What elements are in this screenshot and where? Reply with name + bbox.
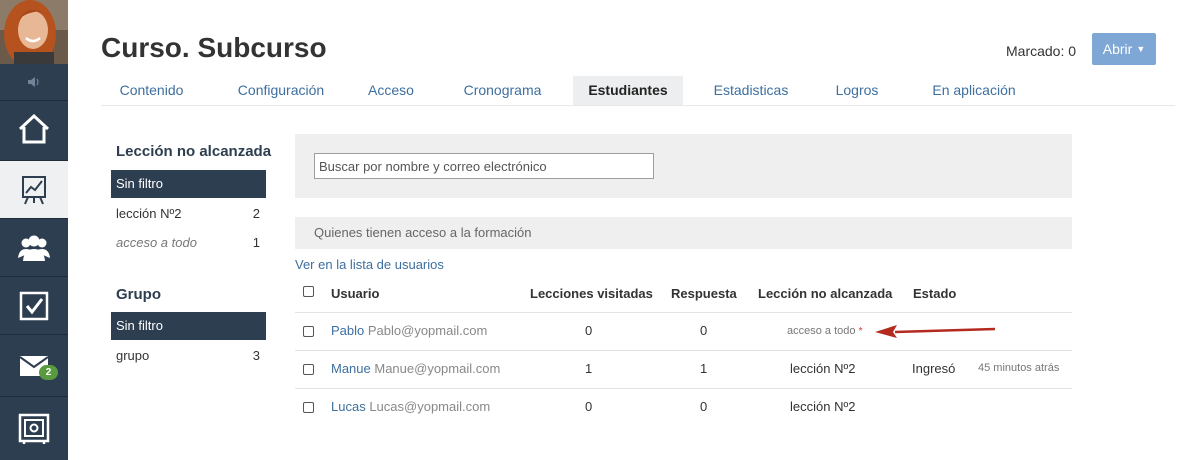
table-row: Lucas Lucas@yopmail.com 0 0 lección Nº2 [295,388,1072,426]
tab-en-aplicacion[interactable]: En aplicación [914,76,1034,105]
filter-item-count: 2 [252,206,260,221]
tab-acceso[interactable]: Acceso [356,76,426,105]
row-checkbox[interactable] [303,402,314,413]
search-input[interactable] [314,153,654,179]
nav-safe[interactable] [0,396,68,460]
lessons-visited: 1 [585,361,593,376]
filter-item-label: acceso a todo [116,235,197,250]
group-filter-item[interactable]: grupo 3 [116,348,260,363]
answer-count: 1 [700,361,708,376]
lessons-visited: 0 [585,323,593,338]
col-header-user[interactable]: Usuario [331,286,379,301]
nav-chart[interactable] [0,160,68,218]
tab-bar: Contenido Configuración Acceso Cronogram… [101,76,1175,106]
users-icon [18,235,50,261]
tab-configuracion[interactable]: Configuración [221,76,341,105]
tab-logros[interactable]: Logros [826,76,888,105]
select-all-checkbox[interactable] [303,286,314,297]
tab-estadisticas[interactable]: Estadisticas [701,76,801,105]
lesson-filter-item[interactable]: lección Nº2 2 [116,206,260,221]
group-filter-title: Grupo [116,286,161,303]
tab-contenido[interactable]: Contenido [101,76,202,105]
caret-down-icon: ▼ [1136,44,1146,54]
lesson-filter-title: Lección no alcanzada [116,143,272,160]
table-row: Pablo Pablo@yopmail.com 0 0 acceso a tod… [295,312,1072,350]
user-cell: Lucas Lucas@yopmail.com [331,399,490,414]
lesson-not-reached: lección Nº2 [790,361,856,376]
filter-item-count: 3 [252,348,260,363]
user-name-link[interactable]: Lucas [331,399,366,414]
marked-count: Marcado: 0 [1006,43,1077,59]
avatar[interactable] [0,0,68,64]
sidebar: 2 [0,0,68,460]
checkbox-icon [19,291,49,320]
open-button-label: Abrir [1102,41,1133,57]
user-email: Pablo@yopmail.com [367,323,488,338]
tab-cronograma[interactable]: Cronograma [450,76,555,105]
nav-tasks[interactable] [0,276,68,334]
lesson-not-reached: lección Nº2 [790,399,856,414]
user-email: Lucas@yopmail.com [369,399,491,414]
annotation-arrow [875,325,996,338]
col-header-lessons[interactable]: Lecciones visitadas [530,286,653,301]
messages-badge: 2 [39,365,58,380]
answer-count: 0 [700,323,708,338]
col-header-answer[interactable]: Respuesta [671,286,737,301]
lesson-label: acceso a todo [787,325,856,337]
chart-easel-icon [22,175,46,204]
home-icon [18,113,50,143]
sound-bar[interactable] [0,64,68,100]
speaker-icon [28,77,39,87]
filter-item-count: 1 [252,235,260,250]
user-cell: Pablo Pablo@yopmail.com [331,323,487,338]
last-seen-time: 45 minutos atrás [978,362,1060,374]
search-panel [295,134,1072,198]
row-checkbox[interactable] [303,326,314,337]
user-cell: Manue Manue@yopmail.com [331,361,500,376]
col-header-lesson-not-reached[interactable]: Lección no alcanzada [758,286,892,301]
lessons-visited: 0 [585,399,593,414]
required-star: * [858,326,863,337]
col-header-status[interactable]: Estado [913,286,956,301]
user-name-link[interactable]: Pablo [331,323,364,338]
nav-users[interactable] [0,218,68,276]
user-name-link[interactable]: Manue [331,361,371,376]
lesson-filter-item[interactable]: acceso a todo 1 [116,235,260,250]
safe-icon [18,413,50,444]
nav-home[interactable] [0,100,68,156]
table-row: Manue Manue@yopmail.com 1 1 lección Nº2 … [295,350,1072,388]
lesson-not-reached: acceso a todo * [787,325,862,337]
status-text: Ingresó [912,361,956,376]
user-email: Manue@yopmail.com [374,361,501,376]
nav-messages[interactable]: 2 [0,334,68,396]
lesson-filter-none[interactable]: Sin filtro [111,170,266,198]
filter-item-label: grupo [116,348,150,363]
row-checkbox[interactable] [303,364,314,375]
answer-count: 0 [700,399,708,414]
page-title: Curso. Subcurso [101,32,327,63]
view-user-list-link[interactable]: Ver en la lista de usuarios [295,257,444,272]
filter-item-label: lección Nº2 [116,206,182,221]
tab-estudiantes[interactable]: Estudiantes [573,76,683,105]
access-bar: Quienes tienen acceso a la formación [295,217,1072,249]
open-button[interactable]: Abrir ▼ [1092,33,1156,65]
group-filter-none[interactable]: Sin filtro [111,312,266,340]
